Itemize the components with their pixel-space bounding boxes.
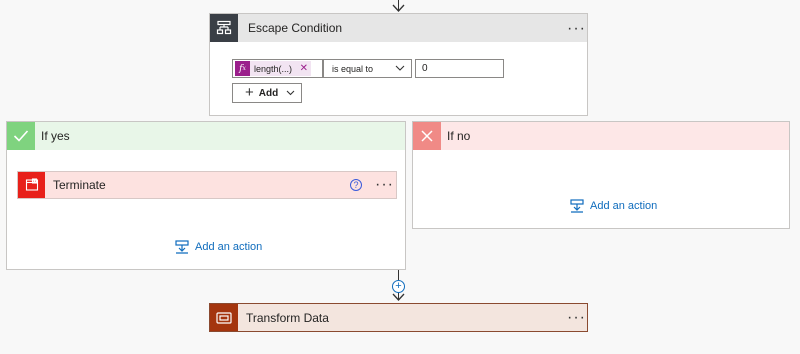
right-operand-value: 0 — [422, 63, 428, 74]
token-label: length(...) — [254, 63, 293, 74]
terminate-action-card[interactable]: Terminate ? ··· — [17, 171, 397, 199]
chevron-down-icon — [286, 90, 295, 96]
terminate-icon — [18, 172, 45, 198]
if-yes-add-action-link[interactable]: Add an action — [175, 240, 262, 254]
chevron-down-icon — [395, 65, 405, 71]
if-yes-header[interactable]: If yes — [7, 122, 405, 150]
help-icon[interactable]: ? — [350, 179, 362, 191]
if-no-branch: If no Add an action — [412, 121, 790, 229]
operator-value: is equal to — [332, 63, 374, 74]
operator-dropdown[interactable]: is equal to — [323, 59, 412, 78]
token-remove-icon[interactable]: ✕ — [300, 63, 308, 74]
checkmark-icon — [7, 122, 35, 150]
add-action-icon — [175, 240, 189, 254]
fx-icon: fx — [235, 61, 250, 76]
condition-right-operand[interactable]: 0 — [415, 59, 504, 78]
terminate-title: Terminate — [53, 178, 106, 192]
plus-icon: + — [245, 84, 254, 101]
condition-icon — [210, 14, 238, 42]
transform-icon — [210, 304, 238, 331]
escape-condition-card: Escape Condition ··· fx length(...) ✕ is… — [209, 13, 588, 116]
if-no-add-action-link[interactable]: Add an action — [570, 199, 657, 213]
transform-data-title: Transform Data — [246, 310, 329, 325]
if-no-title: If no — [447, 129, 471, 143]
if-yes-title: If yes — [41, 129, 70, 143]
if-no-header[interactable]: If no — [413, 122, 789, 150]
terminate-menu-button[interactable]: ··· — [375, 177, 394, 193]
transform-data-header[interactable]: Transform Data — [210, 304, 587, 331]
if-yes-add-action-label: Add an action — [195, 241, 263, 253]
transform-data-menu-button[interactable]: ··· — [567, 310, 586, 326]
escape-condition-title: Escape Condition — [248, 21, 343, 35]
escape-condition-menu-button[interactable]: ··· — [567, 21, 586, 37]
down-arrow-icon — [392, 293, 405, 301]
add-button-label: Add — [258, 87, 279, 99]
down-arrow-icon — [392, 4, 405, 12]
if-no-add-action-label: Add an action — [590, 200, 658, 212]
add-action-icon — [570, 199, 584, 213]
condition-left-operand[interactable]: fx length(...) ✕ — [232, 59, 323, 78]
cross-icon — [413, 122, 441, 150]
add-button[interactable]: + Add — [232, 83, 302, 103]
escape-condition-header[interactable]: Escape Condition — [210, 14, 587, 42]
transform-data-card[interactable]: Transform Data ··· — [209, 303, 588, 332]
if-yes-branch: If yes Terminate ? ··· Add an action — [6, 121, 406, 270]
dynamic-token[interactable]: fx length(...) ✕ — [235, 61, 311, 76]
